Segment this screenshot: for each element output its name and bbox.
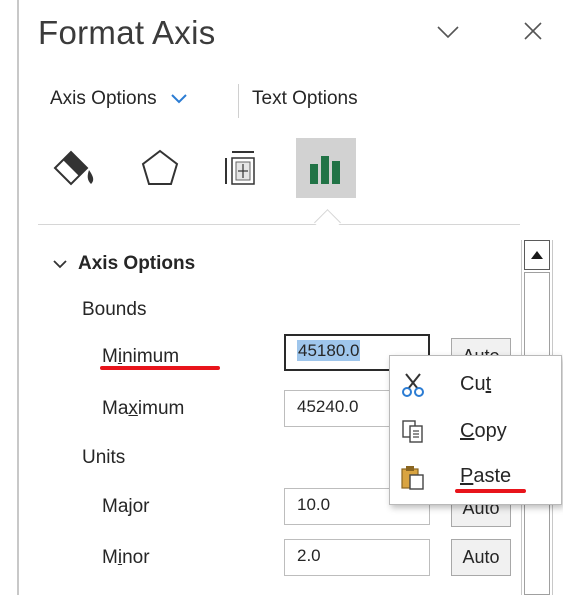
context-menu-copy-label: Copy: [460, 420, 507, 442]
minor-label: Minor: [102, 547, 150, 568]
pane-title: Format Axis: [38, 14, 216, 51]
tab-fill-line[interactable]: [44, 138, 104, 198]
units-label: Units: [82, 447, 126, 468]
pane-border: [17, 0, 19, 595]
tab-axis-options-icon[interactable]: [296, 138, 356, 198]
scissors-icon: [402, 373, 424, 397]
minor-unit-input[interactable]: 2.0: [284, 539, 430, 576]
context-menu-cut-label: Cut: [460, 373, 492, 395]
annotation-underline-minimum: [100, 366, 220, 370]
close-icon: [524, 22, 542, 40]
axis-options-section-header[interactable]: Axis Options: [52, 253, 195, 275]
size-properties-icon: [225, 151, 255, 185]
tab-size-properties[interactable]: [210, 138, 270, 198]
context-menu-copy[interactable]: Copy: [390, 411, 561, 453]
minor-unit-value: 2.0: [297, 546, 321, 565]
tab-effects[interactable]: [130, 138, 190, 198]
tab-axis-options-label: Axis Options: [50, 88, 157, 109]
chevron-down-icon: [437, 26, 459, 39]
scroll-up-button[interactable]: [524, 240, 550, 270]
maximum-bound-value: 45240.0: [297, 397, 359, 416]
maximum-label: Maximum: [102, 398, 185, 419]
triangle-up-icon: [531, 251, 543, 259]
annotation-underline-paste: [455, 489, 526, 493]
minimum-label: Minimum: [102, 346, 180, 367]
task-pane-options-button[interactable]: [436, 22, 460, 42]
major-unit-value: 10.0: [297, 495, 331, 514]
context-menu-cut[interactable]: Cut: [390, 364, 561, 406]
chevron-down-icon: [171, 94, 187, 104]
copy-icon: [402, 420, 423, 443]
close-button[interactable]: [522, 20, 544, 42]
major-label: Major: [102, 496, 150, 517]
selected-tab-notch: [314, 209, 341, 236]
icon-tabs-divider: [38, 224, 520, 225]
effects-icon: [141, 149, 179, 185]
minor-auto-button[interactable]: Auto: [451, 539, 511, 576]
axis-options-icon: [310, 156, 340, 184]
fill-line-icon: [53, 150, 94, 186]
minimum-bound-value: 45180.0: [297, 340, 361, 361]
tab-text-options[interactable]: Text Options: [252, 88, 358, 110]
context-menu: Cut Copy Paste: [389, 355, 562, 505]
paste-icon: [401, 466, 424, 490]
tab-separator: [238, 84, 239, 118]
section-title: Axis Options: [78, 253, 196, 274]
context-menu-paste-label: Paste: [460, 465, 512, 487]
bounds-label: Bounds: [82, 299, 147, 320]
tab-axis-options[interactable]: Axis Options: [50, 88, 188, 110]
chevron-down-icon: [53, 260, 67, 269]
